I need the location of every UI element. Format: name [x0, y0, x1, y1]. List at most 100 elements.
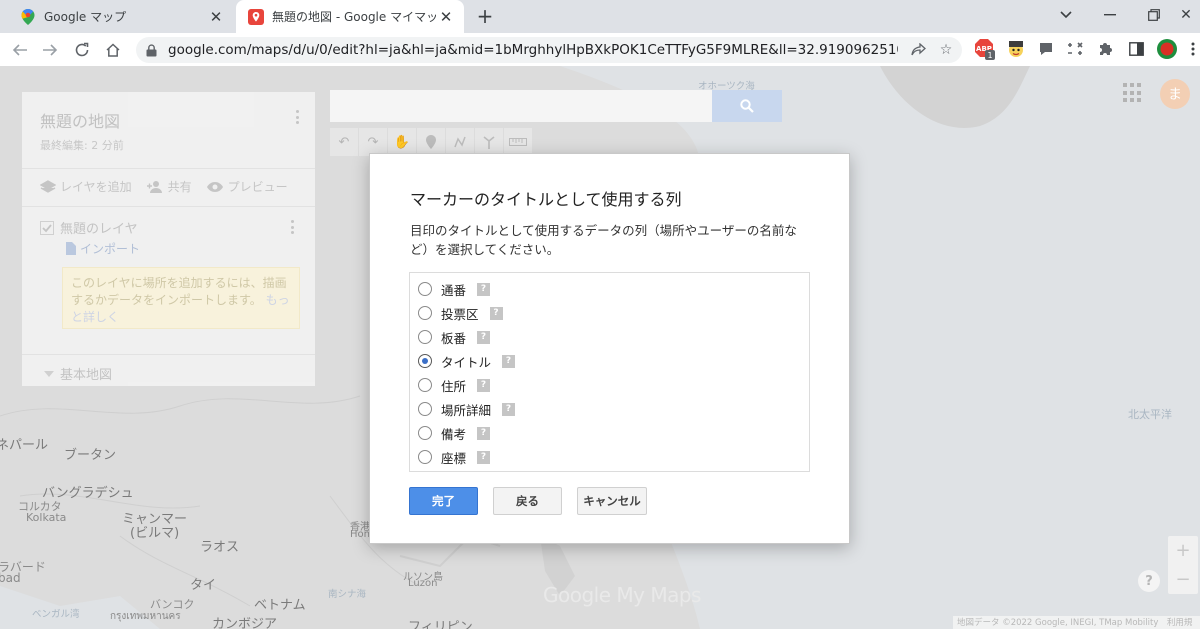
map-label: (ビルマ) [130, 526, 180, 541]
zoom-in-icon[interactable]: + [1168, 536, 1198, 565]
map-title[interactable]: 無題の地図 [40, 108, 120, 132]
column-option-label[interactable]: 投票区 [441, 304, 479, 323]
column-option-label[interactable]: 場所詳細 [441, 400, 491, 419]
map-search-button[interactable] [712, 90, 782, 122]
map-label: ベンガル湾 [32, 609, 80, 620]
home-icon[interactable] [101, 38, 125, 62]
hand-icon[interactable]: ✋ [388, 128, 416, 156]
marker-icon[interactable] [417, 128, 445, 156]
share-page-icon[interactable] [906, 37, 930, 63]
character-extension-icon[interactable] [1005, 38, 1027, 60]
profile-avatar-icon[interactable] [1156, 38, 1178, 60]
side-panel-icon[interactable] [1125, 38, 1147, 60]
layer-row[interactable]: 無題のレイヤ [40, 218, 138, 237]
puzzle-extensions-icon[interactable] [1094, 38, 1116, 60]
adblock-extension-icon[interactable]: ABP 1 [974, 38, 996, 60]
radio-button-selected[interactable] [418, 354, 432, 368]
map-search-input[interactable] [330, 90, 712, 122]
help-badge-icon[interactable]: ? [477, 378, 491, 392]
help-badge-icon[interactable]: ? [502, 402, 516, 416]
column-option-label[interactable]: タイトル [441, 352, 491, 371]
google-apps-icon[interactable] [1123, 83, 1143, 103]
add-person-icon [146, 180, 162, 193]
column-option[interactable]: 通番 ? [418, 280, 491, 299]
map-label: ネパール [0, 438, 49, 453]
lock-icon[interactable] [146, 43, 160, 57]
done-button[interactable]: 完了 [409, 487, 478, 515]
column-option[interactable]: 備考 ? [418, 424, 491, 443]
radio-button[interactable] [418, 426, 432, 440]
help-badge-icon[interactable]: ? [477, 282, 491, 296]
account-avatar[interactable]: ま [1160, 79, 1190, 109]
map-label: カンボジア [212, 617, 278, 629]
minimize-icon[interactable] [1096, 4, 1124, 26]
column-option-label[interactable]: 住所 [441, 376, 466, 395]
column-option-label[interactable]: 通番 [441, 280, 466, 299]
help-badge-icon[interactable]: ? [477, 426, 491, 440]
zoom-control: + − [1168, 536, 1198, 594]
close-tab-icon[interactable]: ✕ [436, 7, 456, 27]
redo-icon[interactable]: ↷ [359, 128, 387, 156]
tab-google-maps[interactable]: Google マップ ✕ [8, 0, 234, 33]
forward-arrow-icon[interactable] [38, 38, 62, 62]
radio-button[interactable] [418, 282, 432, 296]
map-attribution[interactable]: 地図データ ©2022 Google, INEGI, TMap Mobility… [953, 616, 1200, 629]
layer-name[interactable]: 無題のレイヤ [60, 218, 138, 237]
help-icon[interactable]: ? [1138, 570, 1160, 592]
tab-search-chevron-icon[interactable] [1052, 4, 1080, 26]
map-label: 南シナ海 [328, 589, 367, 600]
column-option-label[interactable]: 板番 [441, 328, 466, 347]
reload-icon[interactable] [70, 38, 94, 62]
layer-checkbox-icon[interactable] [40, 220, 54, 235]
last-edit-text: 最終編集: 2 分前 [40, 139, 124, 152]
draw-line-icon[interactable] [446, 128, 474, 156]
radio-button[interactable] [418, 378, 432, 392]
column-option-label[interactable]: 備考 [441, 424, 466, 443]
divider [22, 354, 315, 355]
share-button[interactable]: 共有 [146, 178, 192, 195]
undo-icon[interactable]: ↶ [330, 128, 358, 156]
layer-options-menu-icon[interactable] [286, 218, 298, 236]
help-badge-icon[interactable]: ? [477, 330, 491, 344]
radio-button[interactable] [418, 330, 432, 344]
restore-icon[interactable] [1140, 4, 1168, 26]
add-layer-button[interactable]: レイヤを追加 [40, 178, 132, 195]
map-options-menu-icon[interactable] [291, 108, 303, 126]
new-tab-button[interactable]: + [474, 5, 496, 27]
address-bar[interactable]: google.com/maps/d/u/0/edit?hl=ja&hl=ja&m… [136, 37, 962, 63]
add-layer-label: レイヤを追加 [60, 180, 132, 194]
column-option[interactable]: 投票区 ? [418, 304, 503, 322]
close-tab-icon[interactable]: ✕ [206, 7, 226, 27]
radio-button[interactable] [418, 450, 432, 464]
help-badge-icon[interactable]: ? [502, 354, 516, 368]
chat-extension-icon[interactable] [1035, 38, 1057, 60]
close-window-icon[interactable]: ✕ [1172, 4, 1200, 26]
column-option-label[interactable]: 座標 [441, 448, 466, 467]
import-link[interactable]: インポート [66, 240, 140, 257]
basemap-row[interactable]: 基本地図 [44, 364, 112, 383]
tab-my-maps[interactable]: 無題の地図 - Google マイマップ ✕ [236, 0, 464, 33]
zoom-out-icon[interactable]: − [1168, 565, 1198, 594]
directions-icon[interactable] [475, 128, 503, 156]
radio-button[interactable] [418, 402, 432, 416]
map-label: タイ [190, 578, 217, 593]
help-badge-icon[interactable]: ? [477, 450, 491, 464]
browser-menu-icon[interactable] [1182, 38, 1200, 60]
back-arrow-icon[interactable] [8, 38, 32, 62]
column-option[interactable]: 板番 ? [418, 328, 491, 347]
column-options-list: 通番 ? 投票区 ? 板番 ? タイトル ? 住所 ? 場所詳細 ? 備考 ? … [409, 272, 810, 472]
ruler-icon[interactable] [504, 128, 532, 156]
grid-extension-icon[interactable] [1064, 38, 1086, 60]
column-option[interactable]: 住所 ? [418, 376, 491, 395]
cancel-button[interactable]: キャンセル [577, 487, 647, 515]
column-option[interactable]: タイトル ? [418, 352, 516, 371]
back-button[interactable]: 戻る [493, 487, 562, 515]
expand-arrow-icon[interactable] [44, 370, 54, 378]
column-option[interactable]: 座標 ? [418, 448, 491, 467]
column-option[interactable]: 場所詳細 ? [418, 400, 516, 419]
radio-button[interactable] [418, 306, 432, 320]
help-badge-icon[interactable]: ? [489, 306, 503, 320]
search-icon [740, 99, 754, 113]
preview-button[interactable]: プレビュー [206, 178, 288, 195]
bookmark-star-icon[interactable]: ☆ [934, 37, 958, 63]
